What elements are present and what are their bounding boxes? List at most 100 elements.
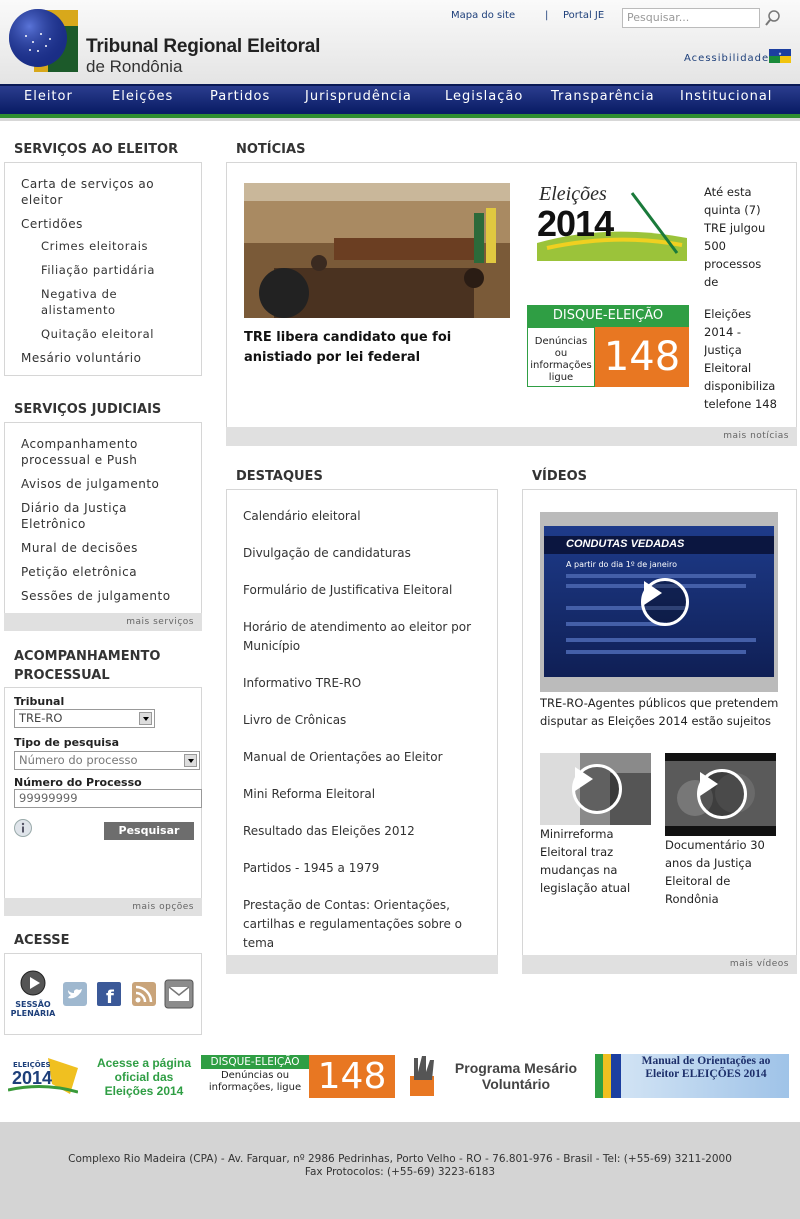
nav-institucional[interactable]: Institucional <box>680 89 772 104</box>
destaque-partidos[interactable]: Partidos - 1945 a 1979 <box>243 859 379 878</box>
info-icon[interactable] <box>14 819 32 837</box>
video-documentario-thumb[interactable] <box>665 753 776 836</box>
search-icon[interactable] <box>765 10 781 26</box>
sidebar-item-certidoes[interactable]: Certidões <box>21 216 83 232</box>
site-title[interactable]: Tribunal Regional Eleitoral <box>86 36 320 58</box>
sidebar-item-carta-servicos[interactable]: Carta de serviços ao eleitor <box>21 176 191 208</box>
portal-je-link[interactable]: Portal JE <box>563 10 604 21</box>
banner1-year: 2014 <box>12 1068 53 1088</box>
video-minirreforma-caption[interactable]: Minirreforma Eleitoral traz mudanças na … <box>540 825 640 897</box>
sidebar-item-avisos[interactable]: Avisos de julgamento <box>21 476 159 492</box>
banner2-top: DISQUE-ELEIÇÃO <box>201 1055 309 1069</box>
nav-legislacao[interactable]: Legislação <box>445 89 523 104</box>
banner-mesario-voluntario[interactable]: Programa Mesário Voluntário <box>408 1054 588 1098</box>
numero-processo-input[interactable]: 99999999 <box>14 789 202 808</box>
destaque-formulario[interactable]: Formulário de Justificativa Eleitoral <box>243 581 452 600</box>
footer-address: Complexo Rio Madeira (CPA) - Av. Farquar… <box>68 1153 732 1165</box>
banner-eleicoes-2014[interactable]: ELEIÇÕES 2014 Acesse a página oficial da… <box>8 1054 198 1098</box>
destaques-title: DESTAQUES <box>236 469 323 484</box>
sessao-label-2: PLENÁRIA <box>10 1009 56 1018</box>
acompanhamento-title: ACOMPANHAMENTO PROCESSUAL <box>14 649 161 683</box>
destaque-livro[interactable]: Livro de Crônicas <box>243 711 346 730</box>
nav-eleitor[interactable]: Eleitor <box>24 89 73 104</box>
destaque-calendario[interactable]: Calendário eleitoral <box>243 507 361 526</box>
play-icon[interactable] <box>697 769 747 819</box>
banner1-text: Acesse a página oficial das Eleições 201… <box>96 1056 192 1098</box>
sidebar-item-mural[interactable]: Mural de decisões <box>21 540 138 556</box>
sidebar-item-crimes-eleitorais[interactable]: Crimes eleitorais <box>41 238 148 254</box>
banner-disque-eleicao[interactable]: DISQUE-ELEIÇÃO Denúncias ou informações,… <box>201 1055 395 1098</box>
link-separator: | <box>545 10 549 21</box>
noticia-item-2[interactable]: Eleições 2014 - Justiça Eleitoral dispon… <box>704 305 780 409</box>
banner3-text: Programa Mesário Voluntário <box>454 1060 578 1092</box>
noticia-principal-image[interactable] <box>244 183 510 318</box>
banner2-text: Denúncias ou informações, ligue <box>208 1070 302 1093</box>
nav-eleicoes[interactable]: Eleições <box>112 89 173 104</box>
noticias-title: NOTÍCIAS <box>236 142 306 157</box>
footer-fax: Fax Protocolos: (+55-69) 3223-6183 <box>304 1166 496 1178</box>
nav-transparencia[interactable]: Transparência <box>551 89 655 104</box>
play-icon[interactable] <box>641 578 689 626</box>
noticia-item-1[interactable]: Até esta quinta (7) TRE julgou 500 proce… <box>704 183 768 287</box>
destaque-informativo[interactable]: Informativo TRE-RO <box>243 674 361 693</box>
noticia-principal-headline[interactable]: TRE libera candidato que foi anistiado p… <box>244 328 514 368</box>
disque-thumb-number: 148 <box>595 327 689 387</box>
rss-icon[interactable] <box>132 982 156 1010</box>
sidebar-item-peticao[interactable]: Petição eletrônica <box>21 564 137 580</box>
servicos-eleitor-title: SERVIÇOS AO ELEITOR <box>14 142 179 157</box>
numero-processo-label: Número do Processo <box>14 776 142 789</box>
sessao-plenaria-link[interactable]: SESSÃO PLENÁRIA <box>10 970 56 1022</box>
destaque-prestacao[interactable]: Prestação de Contas: Orientações, cartil… <box>243 896 483 953</box>
sidebar-item-diario[interactable]: Diário da Justiça Eletrônico <box>21 500 171 532</box>
disque-thumb-text: Denúncias ou informações ligue <box>527 327 595 387</box>
banner2-number: 148 <box>309 1055 395 1098</box>
tribunal-select[interactable]: TRE-RO <box>14 709 155 728</box>
sitemap-link[interactable]: Mapa do site <box>451 10 515 21</box>
disque-thumb-top: DISQUE-ELEIÇÃO <box>527 305 689 327</box>
site-subtitle[interactable]: de Rondônia <box>86 57 182 77</box>
sidebar-item-quitacao[interactable]: Quitação eleitoral <box>41 326 154 342</box>
destaque-divulgacao[interactable]: Divulgação de candidaturas <box>243 544 411 563</box>
destaque-manual[interactable]: Manual de Orientações ao Eleitor <box>243 748 443 767</box>
destaque-horario[interactable]: Horário de atendimento ao eleitor por Mu… <box>243 618 483 656</box>
tipo-pesquisa-select[interactable]: Número do processo <box>14 751 200 770</box>
sessao-label-1: SESSÃO <box>15 1000 51 1009</box>
play-icon[interactable] <box>572 764 622 814</box>
sidebar-item-negativa[interactable]: Negativa de alistamento <box>41 286 161 318</box>
destaque-resultado[interactable]: Resultado das Eleições 2012 <box>243 822 415 841</box>
sidebar-item-filiacao[interactable]: Filiação partidária <box>41 262 155 278</box>
video-documentario-caption[interactable]: Documentário 30 anos da Justiça Eleitora… <box>665 836 765 908</box>
videos-title: VÍDEOS <box>532 469 587 484</box>
eleicoes-2014-thumb[interactable]: Eleições 2014 <box>527 183 689 265</box>
eleicoes-thumb-year: 2014 <box>537 203 614 244</box>
email-icon[interactable] <box>164 979 194 1013</box>
sidebar-item-acompanhamento[interactable]: Acompanhamento processual e Push <box>21 436 191 468</box>
tribunal-value: TRE-RO <box>19 711 63 725</box>
nav-partidos[interactable]: Partidos <box>210 89 270 104</box>
video-principal[interactable]: CONDUTAS VEDADAS A partir do dia 1º de j… <box>540 512 778 692</box>
banner-manual-eleitor[interactable]: Manual de Orientações ao Eleitor ELEIÇÕE… <box>595 1054 789 1098</box>
mais-videos-link[interactable]: mais vídeos <box>522 955 797 974</box>
nav-stripe <box>0 112 800 121</box>
tipo-pesquisa-value: Número do processo <box>19 753 138 767</box>
sidebar-item-sessoes[interactable]: Sessões de julgamento <box>21 588 171 604</box>
hand-icon <box>410 1056 434 1096</box>
video-minirreforma-thumb[interactable] <box>540 753 651 825</box>
sessao-plenaria-icon <box>20 970 46 996</box>
destaque-mini-reforma[interactable]: Mini Reforma Eleitoral <box>243 785 375 804</box>
video-principal-caption[interactable]: TRE-RO-Agentes públicos que pretendem di… <box>540 694 780 730</box>
mais-servicos-link[interactable]: mais serviços <box>4 613 202 631</box>
search-input[interactable]: Pesquisar... <box>622 8 760 28</box>
twitter-icon[interactable] <box>63 982 87 1010</box>
accessibility-link[interactable]: Acessibilidade <box>684 53 769 64</box>
nav-jurisprudencia[interactable]: Jurisprudência <box>305 89 412 104</box>
disque-eleicao-thumb[interactable]: DISQUE-ELEIÇÃO Denúncias ou informações … <box>527 305 689 387</box>
svg-text:f: f <box>106 987 114 1006</box>
tre-logo-icon[interactable] <box>8 6 80 76</box>
mais-noticias-link[interactable]: mais notícias <box>226 427 797 446</box>
facebook-icon[interactable]: f <box>97 982 121 1010</box>
chevron-down-icon <box>139 712 152 725</box>
sidebar-item-mesario[interactable]: Mesário voluntário <box>21 350 141 366</box>
pesquisar-button[interactable]: Pesquisar <box>104 822 194 840</box>
mais-opcoes-link[interactable]: mais opções <box>4 898 202 916</box>
